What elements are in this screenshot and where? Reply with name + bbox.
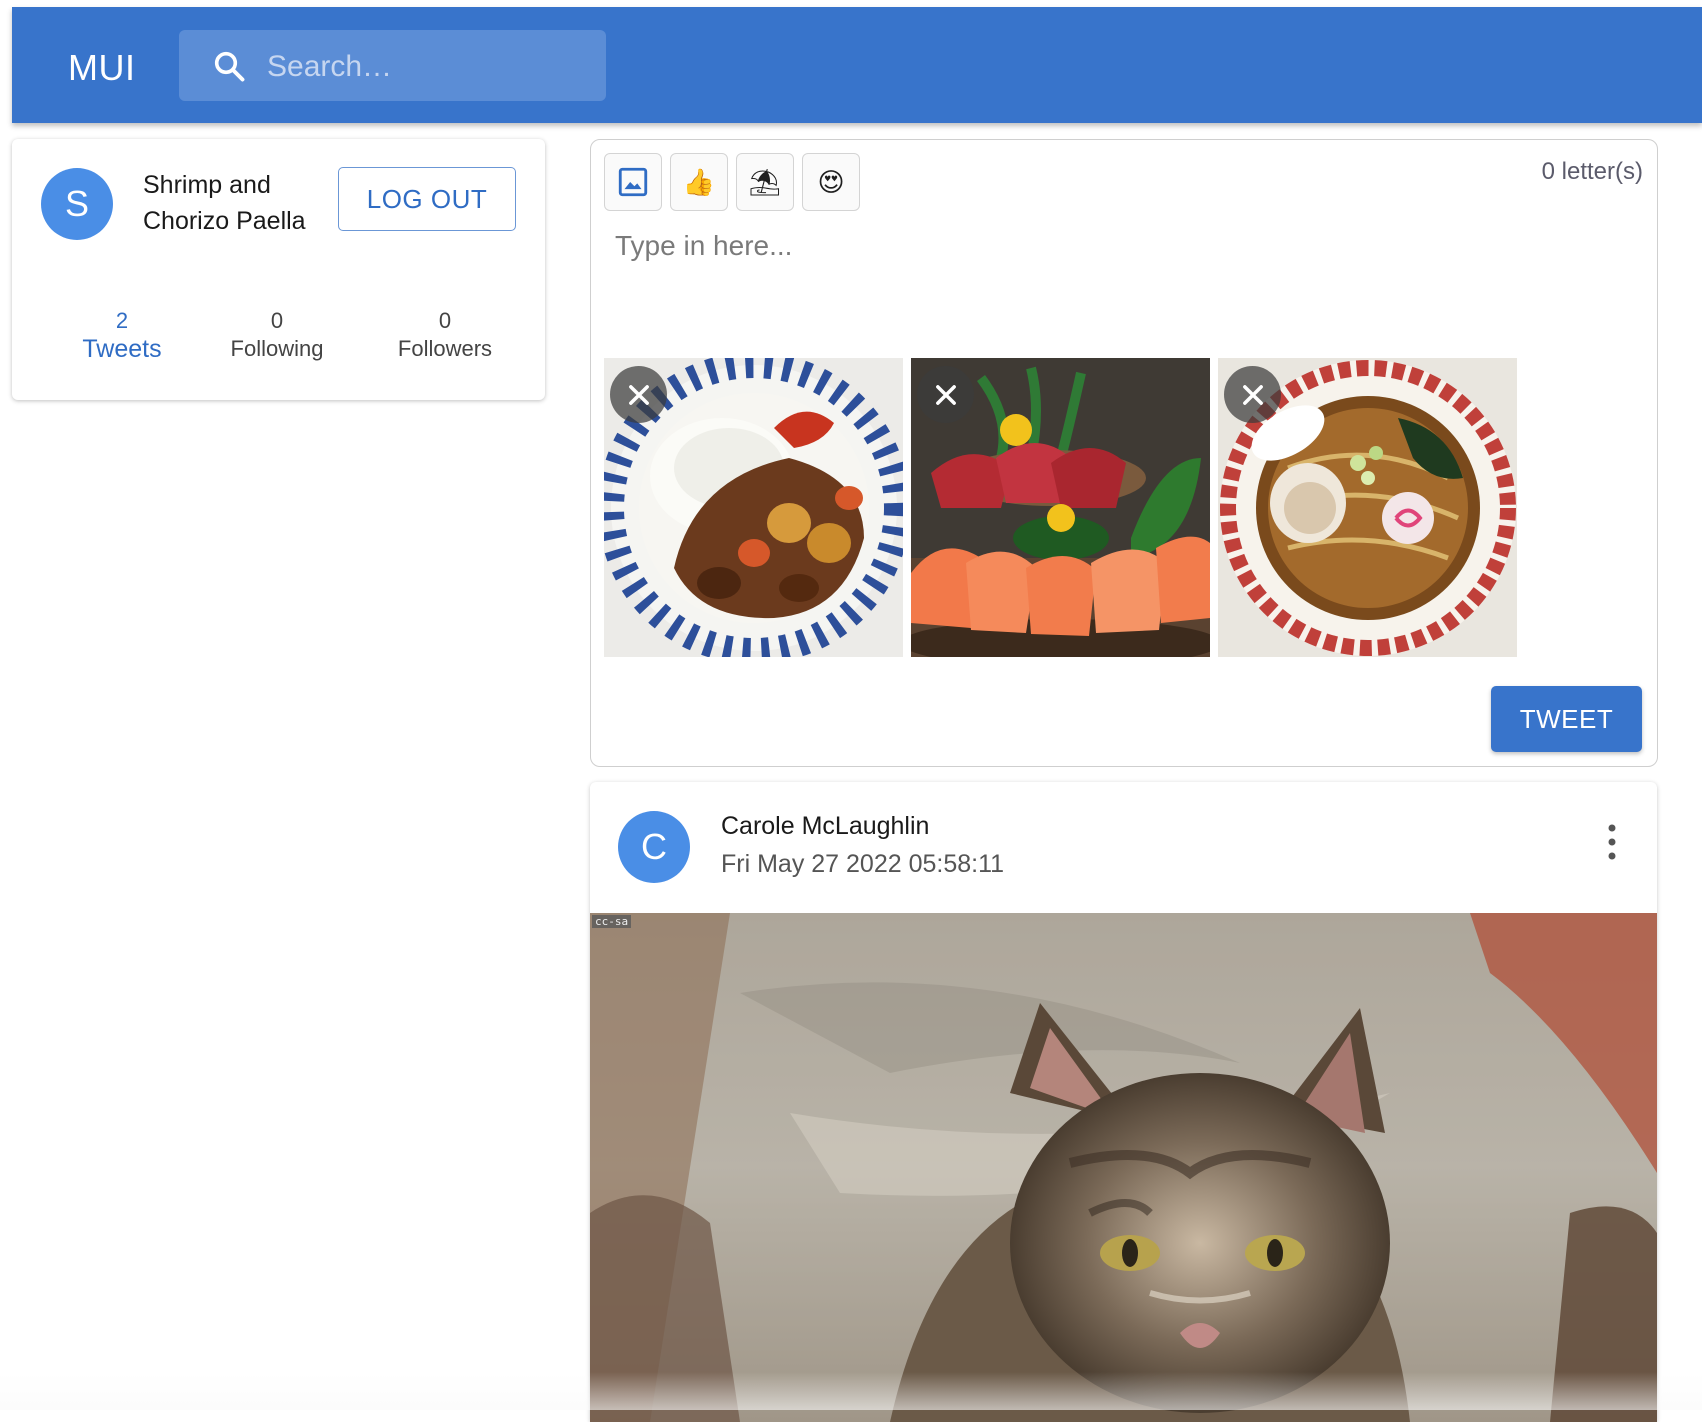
emoji-heart-eyes-button[interactable]: 😍 [802, 153, 860, 211]
tweet-card: C Carole McLaughlin Fri May 27 2022 05:5… [590, 782, 1657, 1422]
bottom-fade [0, 1372, 1702, 1410]
post-timestamp: Fri May 27 2022 05:58:11 [721, 850, 1005, 878]
heart-eyes-icon: 😍 [817, 166, 845, 197]
post-author[interactable]: Carole McLaughlin [721, 812, 929, 841]
image-icon [618, 167, 648, 197]
profile-name: Shrimp and Chorizo Paella [143, 171, 306, 235]
remove-attachment-button[interactable] [610, 366, 667, 423]
attachment-thumbnail [911, 358, 1210, 657]
avatar[interactable]: S [41, 168, 113, 240]
beach-umbrella-icon: ⛱ [748, 166, 782, 197]
emoji-beach-button[interactable]: ⛱ [736, 153, 794, 211]
license-tag: cc-sa [592, 915, 632, 928]
attachment-thumbnail [1218, 358, 1517, 657]
remove-attachment-button[interactable] [917, 366, 974, 423]
cat-photo [590, 913, 1657, 1422]
stat-label: Tweets [82, 335, 162, 363]
tweet-composer: 👍 ⛱ 😍 0 letter(s) Type in here... TWEET [590, 139, 1658, 767]
stat-value: 0 [270, 308, 284, 333]
avatar[interactable]: C [618, 811, 690, 883]
search-input[interactable] [265, 30, 589, 103]
thumbs-up-icon: 👍 [682, 166, 716, 197]
remove-attachment-button[interactable] [1224, 366, 1281, 423]
stat-following[interactable]: 0 Following [207, 307, 347, 363]
post-image[interactable]: cc-sa [590, 913, 1657, 1422]
profile-card: S Shrimp and Chorizo Paella LOG OUT 2 Tw… [12, 139, 545, 400]
tweet-text-input[interactable] [613, 228, 1637, 322]
close-icon [628, 384, 649, 405]
close-icon [1242, 384, 1263, 405]
stat-value: 2 [115, 308, 129, 333]
stat-tweets[interactable]: 2 Tweets [52, 307, 192, 363]
logout-button[interactable]: LOG OUT [338, 167, 516, 231]
search-box[interactable] [179, 30, 606, 103]
tweet-button[interactable]: TWEET [1491, 686, 1642, 752]
close-icon [935, 384, 956, 405]
stat-followers[interactable]: 0 Followers [375, 307, 515, 363]
brand-logo[interactable]: MUI [68, 47, 136, 89]
attachment-thumbnail [604, 358, 903, 657]
stat-label: Followers [397, 336, 493, 361]
stat-value: 0 [438, 308, 452, 333]
emoji-thumbs-up-button[interactable]: 👍 [670, 153, 728, 211]
app-bar: MUI [12, 7, 1702, 123]
more-options-icon[interactable] [1607, 822, 1617, 862]
letter-count: 0 letter(s) [1541, 158, 1643, 185]
stat-label: Following [230, 336, 324, 361]
add-image-button[interactable] [604, 153, 662, 211]
search-icon [214, 51, 245, 82]
